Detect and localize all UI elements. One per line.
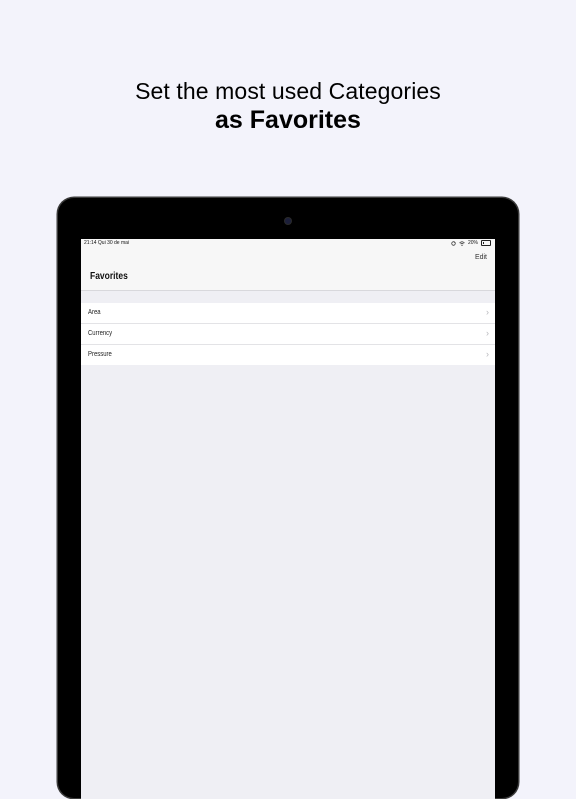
list-item-currency[interactable]: Currency › — [81, 324, 495, 345]
camera-icon — [285, 218, 291, 224]
list-item-label: Currency — [88, 330, 113, 337]
list-item-label: Area — [88, 309, 101, 316]
app-screen: 21:14 Qui 30 de mai 20% Edit Favorites A… — [81, 239, 495, 799]
list-item-area[interactable]: Area › — [81, 303, 495, 324]
battery-percent: 20% — [467, 240, 478, 246]
battery-icon — [481, 240, 491, 246]
wifi-icon — [459, 240, 465, 246]
page-title: Favorites — [90, 271, 128, 282]
favorites-list: Area › Currency › Pressure › — [81, 303, 495, 365]
status-icons: 20% — [451, 240, 491, 246]
navigation-bar: Edit Favorites — [81, 247, 495, 291]
headline-line-2: as Favorites — [215, 106, 361, 134]
sync-icon — [451, 240, 456, 246]
headline-line-1: Set the most used Categories — [135, 78, 441, 104]
status-bar: 21:14 Qui 30 de mai 20% — [81, 239, 495, 247]
chevron-right-icon: › — [486, 307, 489, 317]
list-item-label: Pressure — [88, 351, 112, 358]
chevron-right-icon: › — [486, 328, 489, 338]
status-time-date: 21:14 Qui 30 de mai — [84, 240, 130, 246]
edit-button[interactable]: Edit — [475, 254, 487, 261]
battery-level-fill — [482, 241, 484, 244]
list-item-pressure[interactable]: Pressure › — [81, 345, 495, 365]
chevron-right-icon: › — [486, 349, 489, 359]
tablet-device-frame: 21:14 Qui 30 de mai 20% Edit Favorites A… — [58, 198, 518, 799]
